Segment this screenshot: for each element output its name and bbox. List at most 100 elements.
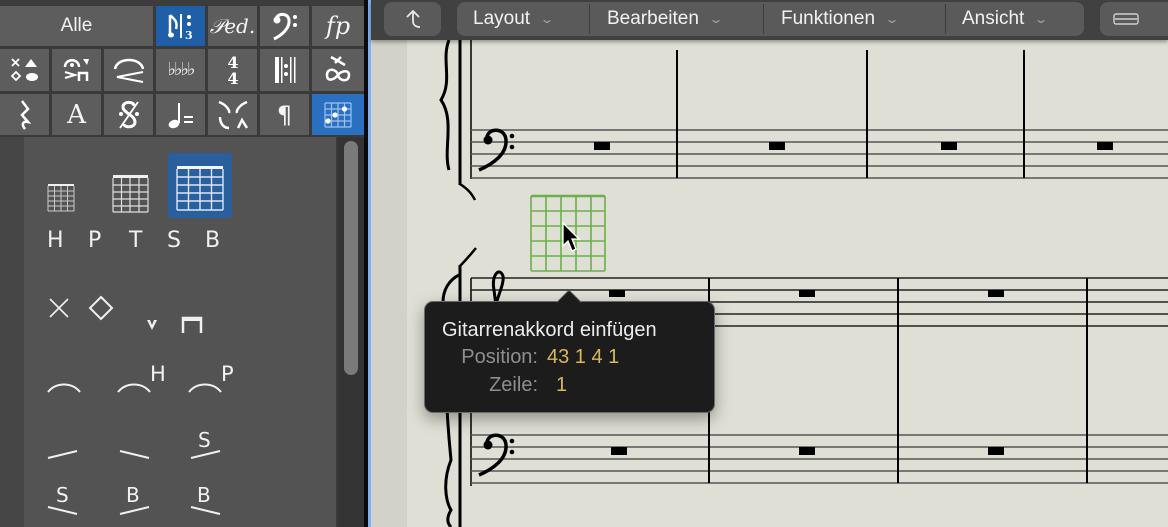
slide-up-icon[interactable] bbox=[46, 447, 80, 461]
layout-menu[interactable]: Layout ⌄ bbox=[473, 2, 555, 36]
brace bbox=[439, 40, 451, 171]
functions-menu[interactable]: Funktionen ⌄ bbox=[781, 2, 900, 36]
category-paragraph-button[interactable]: ¶ bbox=[260, 94, 309, 135]
bend-b-up-icon[interactable] bbox=[118, 503, 152, 517]
pull-off-label: P bbox=[221, 362, 234, 386]
chevron-down-icon: ⌄ bbox=[884, 12, 900, 26]
category-brackets-button[interactable] bbox=[208, 94, 257, 135]
pedal-icon: 𝒫ed. bbox=[209, 14, 256, 38]
category-repeats-button[interactable] bbox=[104, 94, 153, 135]
pull-off-slur-icon[interactable] bbox=[187, 380, 223, 394]
paragraph-icon: ¶ bbox=[276, 100, 293, 129]
category-articulations-button[interactable] bbox=[52, 49, 101, 91]
chord-grid-medium[interactable] bbox=[112, 174, 149, 214]
hammer-on-label: H bbox=[150, 362, 166, 386]
category-rests-button[interactable] bbox=[0, 94, 49, 135]
rest-icon bbox=[19, 99, 31, 130]
category-key-signatures-button[interactable]: ♭♭♭♭ bbox=[156, 49, 205, 91]
note-triplet-icon: 3 bbox=[167, 14, 193, 41]
tooltip-line-value: 1 bbox=[556, 374, 568, 396]
bend-b-down-icon[interactable] bbox=[189, 503, 223, 517]
svg-text:3: 3 bbox=[185, 29, 193, 41]
chevron-down-icon: ⌄ bbox=[1033, 12, 1049, 26]
bend-s-icon[interactable] bbox=[46, 503, 80, 517]
category-time-signatures-button[interactable]: 4 4 bbox=[208, 49, 257, 91]
edit-menu-label: Bearbeiten bbox=[607, 8, 699, 29]
grid-label-t[interactable]: T bbox=[129, 228, 142, 253]
segment-divider bbox=[589, 4, 590, 34]
category-noteheads-button[interactable] bbox=[0, 49, 49, 91]
diamond-notehead-icon[interactable] bbox=[87, 294, 115, 322]
tooltip-position-label: Position: bbox=[461, 346, 538, 368]
palette-left-strip bbox=[0, 137, 24, 527]
category-slurs-button[interactable] bbox=[104, 49, 153, 91]
bass-clef-icon bbox=[272, 12, 297, 41]
edit-menu[interactable]: Bearbeiten ⌄ bbox=[607, 2, 724, 36]
view-menu-label: Ansicht bbox=[962, 8, 1025, 29]
bass-staff-2-lines bbox=[471, 434, 1168, 484]
bass-staff-lines bbox=[471, 129, 1168, 179]
tooltip-line-label: Zeile: bbox=[489, 374, 538, 396]
downstroke-icon[interactable] bbox=[180, 315, 204, 335]
grid-label-h[interactable]: H bbox=[47, 228, 64, 253]
text-icon: A bbox=[67, 99, 86, 130]
category-notes-button[interactable]: 3 bbox=[156, 6, 205, 46]
category-guitar-chords-button[interactable] bbox=[312, 94, 364, 135]
category-text-button[interactable]: A bbox=[52, 94, 101, 135]
brace-2-top bbox=[441, 273, 460, 303]
view-menu[interactable]: Ansicht ⌄ bbox=[962, 2, 1049, 36]
category-tempo-button[interactable] bbox=[156, 94, 205, 135]
grid-label-s[interactable]: S bbox=[167, 228, 181, 253]
chord-grid-small[interactable] bbox=[47, 183, 75, 213]
tempo-icon bbox=[168, 102, 193, 128]
chord-grid-large-selected[interactable] bbox=[168, 153, 232, 218]
system-1 bbox=[439, 40, 1168, 201]
hammer-on-slur-icon[interactable] bbox=[116, 380, 152, 394]
tie-bracket-icon bbox=[218, 100, 248, 129]
chord-grid-icon bbox=[324, 101, 352, 128]
list-view-icon bbox=[1113, 13, 1139, 25]
category-pedal-button[interactable]: 𝒫ed. bbox=[208, 6, 257, 46]
segment-divider bbox=[763, 4, 764, 34]
category-clef-button[interactable] bbox=[260, 6, 309, 46]
catch-playhead-icon bbox=[405, 9, 420, 28]
bass-clef-2 bbox=[478, 433, 515, 477]
barlines-2 bbox=[708, 278, 1088, 483]
key-signature-icon: ♭♭♭♭ bbox=[167, 59, 196, 80]
category-all-label: Alle bbox=[60, 15, 93, 36]
slur-icon[interactable] bbox=[46, 380, 82, 394]
palette-scrollbar-thumb[interactable] bbox=[344, 141, 358, 375]
segment-divider bbox=[945, 4, 946, 34]
chevron-down-icon: ⌄ bbox=[539, 12, 555, 26]
bracket-2-hook bbox=[459, 247, 477, 267]
category-all-button[interactable]: Alle bbox=[0, 6, 153, 46]
slide-down-icon[interactable] bbox=[118, 447, 152, 461]
grid-label-p[interactable]: P bbox=[88, 228, 101, 253]
svg-text:4: 4 bbox=[227, 69, 238, 87]
barlines-icon bbox=[274, 57, 295, 83]
chord-grid-large bbox=[176, 166, 224, 211]
layout-menu-label: Layout bbox=[473, 8, 531, 29]
category-barlines-button[interactable] bbox=[260, 49, 309, 91]
barlines-1 bbox=[676, 50, 1025, 178]
score-canvas[interactable] bbox=[371, 40, 1168, 527]
category-dynamics-button[interactable]: fp bbox=[312, 6, 364, 46]
menu-segmented-control: Layout ⌄ Bearbeiten ⌄ Funktionen ⌄ Ansicht ⌄ bbox=[457, 2, 1084, 36]
view-toggle-button[interactable] bbox=[1100, 2, 1168, 36]
time-signature-icon: 4 4 bbox=[227, 53, 238, 87]
chevron-down-icon: ⌄ bbox=[708, 12, 724, 26]
catch-button[interactable] bbox=[384, 2, 441, 36]
articulations-icon bbox=[63, 59, 89, 81]
functions-menu-label: Funktionen bbox=[781, 8, 876, 29]
bass-clef bbox=[478, 128, 515, 172]
bracket-hook bbox=[459, 182, 477, 201]
x-notehead-icon[interactable] bbox=[48, 297, 70, 319]
segno-icon bbox=[118, 100, 139, 129]
noteheads-icon bbox=[10, 58, 38, 82]
slur-crescendo-icon bbox=[113, 58, 144, 83]
slide-s-up-icon[interactable] bbox=[189, 447, 223, 461]
category-ornaments-button[interactable] bbox=[312, 49, 364, 91]
ornaments-icon bbox=[325, 55, 351, 82]
upstroke-icon[interactable] bbox=[145, 318, 159, 332]
grid-label-b[interactable]: B bbox=[205, 228, 220, 253]
